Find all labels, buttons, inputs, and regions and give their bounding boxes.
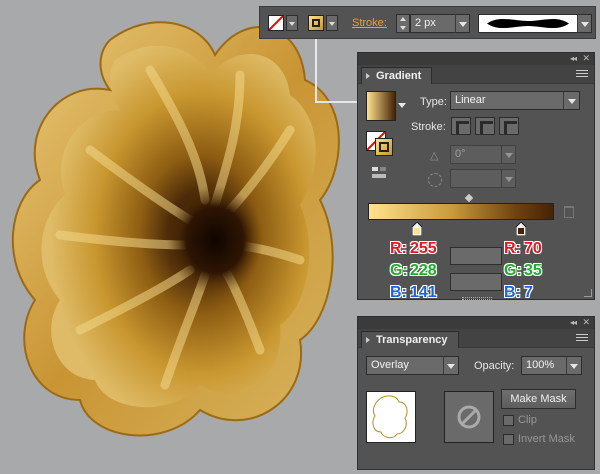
left-stop-b-value: 141 (410, 284, 437, 301)
color-stop-left[interactable] (411, 221, 423, 237)
gradient-slider-bar[interactable] (368, 203, 554, 220)
make-mask-button[interactable]: Make Mask (501, 389, 576, 409)
color-stop-right[interactable] (515, 221, 527, 237)
collapse-icon[interactable]: ◂◂ (570, 54, 577, 63)
invert-mask-label: Invert Mask (518, 433, 575, 445)
fill-stroke-swatch-icon[interactable] (308, 15, 324, 31)
gradient-tab-bar: Gradient (358, 65, 594, 84)
panel-menu-icon[interactable] (576, 70, 588, 79)
stroke-weight-input[interactable]: 2 px (410, 14, 456, 33)
fill-dropdown-button[interactable] (286, 15, 298, 31)
stroke-gradient-swatch-icon[interactable] (375, 138, 393, 156)
tab-transparency[interactable]: Transparency (361, 331, 459, 348)
panel-menu-icon[interactable] (576, 334, 588, 343)
panel-resize-grip[interactable] (462, 297, 492, 300)
angle-icon: △ (430, 150, 439, 162)
opacity-dropdown[interactable] (566, 356, 582, 375)
gradient-preview-swatch[interactable] (366, 91, 396, 121)
stroke-panel-link[interactable]: Stroke: (352, 17, 387, 29)
angle-input[interactable]: 0° (450, 145, 502, 164)
gradient-type-dropdown[interactable] (563, 91, 580, 110)
stroke-along-button[interactable] (475, 117, 495, 135)
aspect-ratio-input[interactable] (450, 169, 502, 188)
stop-opacity-field[interactable] (450, 247, 502, 265)
blend-mode-dropdown[interactable] (443, 356, 459, 375)
resize-corner-icon[interactable] (584, 289, 592, 297)
right-stop-g-label: G: (504, 262, 522, 279)
transparency-panel: ◂◂ ✕ Transparency Overlay Opacity: 100% … (357, 316, 595, 470)
gradient-type-select[interactable]: Linear (450, 91, 564, 110)
opacity-input[interactable]: 100% (521, 356, 567, 375)
stop-location-field[interactable] (450, 273, 502, 291)
left-stop-r-value: 255 (410, 240, 437, 257)
type-label: Type: (420, 96, 447, 108)
transparency-tab-bar: Transparency (358, 329, 594, 348)
left-stop-g-label: G: (390, 262, 408, 279)
collapse-icon[interactable]: ◂◂ (570, 318, 577, 327)
opacity-label: Opacity: (474, 360, 515, 372)
stroke-across-button[interactable] (499, 117, 519, 135)
stroke-control-bar: Stroke: 2 px (259, 6, 596, 39)
left-stop-r-label: R: (390, 240, 407, 257)
clip-checkbox[interactable] (503, 415, 514, 426)
close-icon[interactable]: ✕ (582, 317, 590, 328)
close-icon[interactable]: ✕ (582, 53, 590, 64)
gradient-preset-dropdown[interactable] (398, 103, 406, 108)
stroke-weight-dropdown[interactable] (455, 14, 470, 33)
stroke-profile-dropdown[interactable] (577, 14, 592, 33)
panel-title-bar[interactable]: ◂◂ ✕ (358, 317, 594, 329)
left-stop-g-value: 228 (410, 262, 437, 279)
horn-throat (167, 185, 263, 295)
aspect-ratio-dropdown[interactable] (501, 169, 516, 188)
reverse-gradient-icon[interactable] (371, 166, 387, 180)
right-stop-b-label: B: (504, 284, 521, 301)
right-stop-b-value: 7 (524, 284, 533, 301)
delete-stop-icon[interactable] (564, 206, 574, 218)
gradient-midpoint-handle[interactable] (464, 193, 474, 203)
gradient-panel: ◂◂ ✕ Gradient Type: Linear Stroke: △ 0° (357, 52, 595, 301)
angle-dropdown[interactable] (501, 145, 516, 164)
stroke-color-dropdown-button[interactable] (326, 15, 338, 31)
object-thumbnail[interactable] (366, 391, 416, 443)
right-stop-r-value: 70 (524, 240, 542, 257)
stroke-within-button[interactable] (451, 117, 471, 135)
none-stroke-swatch-icon[interactable] (268, 15, 284, 31)
left-stop-b-label: B: (390, 284, 407, 301)
right-stop-g-value: 35 (524, 262, 542, 279)
right-stop-r-label: R: (504, 240, 521, 257)
no-mask-icon[interactable] (444, 391, 494, 443)
stroke-weight-stepper[interactable] (396, 14, 410, 33)
stroke-profile-icon[interactable] (478, 14, 578, 33)
invert-mask-checkbox[interactable] (503, 434, 514, 445)
blend-mode-select[interactable]: Overlay (366, 356, 444, 375)
aspect-ratio-icon (428, 173, 442, 187)
stroke-type-label: Stroke: (411, 121, 446, 133)
panel-title-bar[interactable]: ◂◂ ✕ (358, 53, 594, 65)
tab-gradient[interactable]: Gradient (361, 67, 433, 84)
clip-label: Clip (518, 414, 537, 426)
